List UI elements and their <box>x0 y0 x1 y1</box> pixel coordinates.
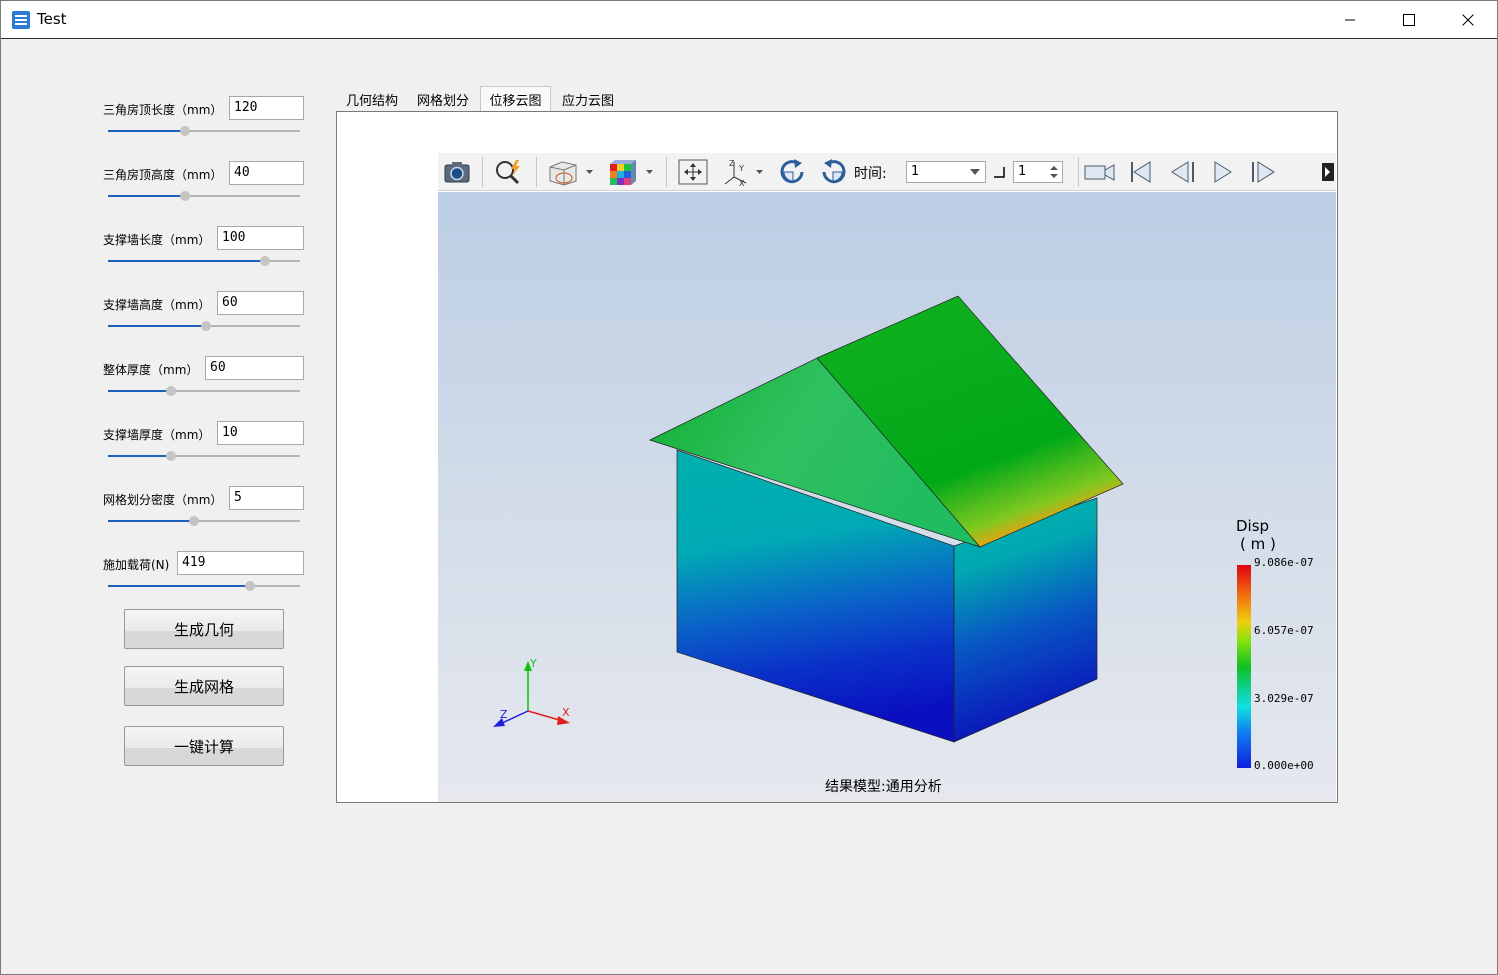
time-select-value: 1 <box>911 164 920 179</box>
close-icon <box>1462 13 1474 26</box>
legend-tick-max: 9.086e-07 <box>1254 556 1314 569</box>
step-spinbox-value: 1 <box>1018 164 1027 179</box>
tab-geometry[interactable]: 几何结构 <box>339 87 405 112</box>
axes-icon[interactable]: Z Y X <box>720 157 770 187</box>
svg-text:Z: Z <box>729 159 735 168</box>
roof-height-slider[interactable] <box>108 190 300 202</box>
tab-displacement[interactable]: 位移云图 <box>480 86 551 112</box>
minimize-icon <box>1345 19 1355 20</box>
roof-height-input[interactable]: 40 <box>229 161 304 185</box>
overall-thickness-input[interactable]: 60 <box>205 356 304 380</box>
legend-title: Disp <box>1236 517 1270 535</box>
legend-tick-min: 0.000e+00 <box>1254 759 1314 772</box>
param-label-overall-thickness: 整体厚度（mm） <box>103 363 199 377</box>
close-button[interactable] <box>1439 1 1497 38</box>
window-title: Test <box>37 10 67 28</box>
title-bar: Test <box>1 1 1497 39</box>
generate-mesh-button[interactable]: 生成网格 <box>124 666 284 706</box>
param-label-roof-length: 三角房顶长度（mm） <box>103 103 223 117</box>
wall-height-input[interactable]: 60 <box>217 291 304 315</box>
param-label-wall-thickness: 支撑墙厚度（mm） <box>103 428 211 442</box>
wall-thickness-input[interactable]: 10 <box>217 421 304 445</box>
one-click-compute-button[interactable]: 一键计算 <box>124 726 284 766</box>
first-frame-icon[interactable] <box>1124 157 1158 187</box>
display-mode-icon[interactable] <box>546 157 596 187</box>
legend-unit: ( m ) <box>1240 535 1276 553</box>
tab-stress[interactable]: 应力云图 <box>554 87 622 112</box>
maximize-button[interactable] <box>1380 1 1438 38</box>
wall-thickness-slider[interactable] <box>108 450 300 462</box>
generate-geometry-button[interactable]: 生成几何 <box>124 609 284 649</box>
model-caption: 结果模型:通用分析 <box>825 779 942 795</box>
axis-z-label: Z <box>500 708 508 721</box>
legend-tick-3: 3.029e-07 <box>1254 692 1314 705</box>
result-viewport[interactable]: Y X Z Disp ( m ) 9.086e-07 6.057e-07 3.0… <box>438 192 1336 802</box>
toolbar-overflow-icon[interactable] <box>1322 163 1334 181</box>
param-label-roof-height: 三角房顶高度（mm） <box>103 168 223 182</box>
param-label-wall-length: 支撑墙长度（mm） <box>103 233 211 247</box>
time-select[interactable]: 1 <box>906 161 986 183</box>
fit-view-icon[interactable] <box>676 157 710 187</box>
step-icon <box>994 167 1005 178</box>
record-icon[interactable] <box>1083 157 1117 187</box>
mesh-density-input[interactable]: 5 <box>229 486 304 510</box>
mesh-density-slider[interactable] <box>108 515 300 527</box>
overall-thickness-slider[interactable] <box>108 385 300 397</box>
axis-x-label: X <box>562 706 570 719</box>
axis-triad: Y X Z <box>493 657 570 727</box>
roof-length-slider[interactable] <box>108 125 300 137</box>
next-frame-icon[interactable] <box>1246 157 1280 187</box>
app-window: Test 三角房顶长度（mm） 120 三角房顶高度（mm） 40 支撑墙长度（… <box>0 0 1498 975</box>
load-slider[interactable] <box>108 580 300 592</box>
maximize-icon <box>1403 13 1415 26</box>
param-label-load: 施加载荷(N) <box>103 558 170 572</box>
app-icon <box>12 11 30 29</box>
rotate-cw-icon[interactable] <box>776 157 810 187</box>
previous-frame-icon[interactable] <box>1166 157 1200 187</box>
roof-length-input[interactable]: 120 <box>229 96 304 120</box>
viewer-toolbar: Z Y X 时间: 1 1 <box>438 153 1336 191</box>
load-input[interactable]: 419 <box>177 551 304 575</box>
rotate-ccw-icon[interactable] <box>816 157 850 187</box>
wall-height-slider[interactable] <box>108 320 300 332</box>
tab-mesh[interactable]: 网格划分 <box>409 87 477 112</box>
wall-length-input[interactable]: 100 <box>217 226 304 250</box>
legend-colorbar <box>1237 565 1251 768</box>
svg-text:Y: Y <box>738 164 744 173</box>
color-cube-icon[interactable] <box>606 157 656 187</box>
svg-text:X: X <box>739 179 745 187</box>
param-label-mesh-density: 网格划分密度（mm） <box>103 493 223 507</box>
wall-length-slider[interactable] <box>108 255 300 267</box>
time-label: 时间: <box>854 166 887 182</box>
chevron-down-icon <box>970 169 980 175</box>
play-icon[interactable] <box>1206 157 1240 187</box>
param-label-wall-height: 支撑墙高度（mm） <box>103 298 211 312</box>
zoom-icon[interactable] <box>492 157 526 187</box>
legend-tick-2: 6.057e-07 <box>1254 624 1314 637</box>
spin-arrows-icon[interactable] <box>1050 166 1058 178</box>
axis-y-label: Y <box>529 657 537 670</box>
minimize-button[interactable] <box>1321 1 1379 38</box>
step-spinbox[interactable]: 1 <box>1013 161 1063 183</box>
camera-icon[interactable] <box>442 157 472 187</box>
